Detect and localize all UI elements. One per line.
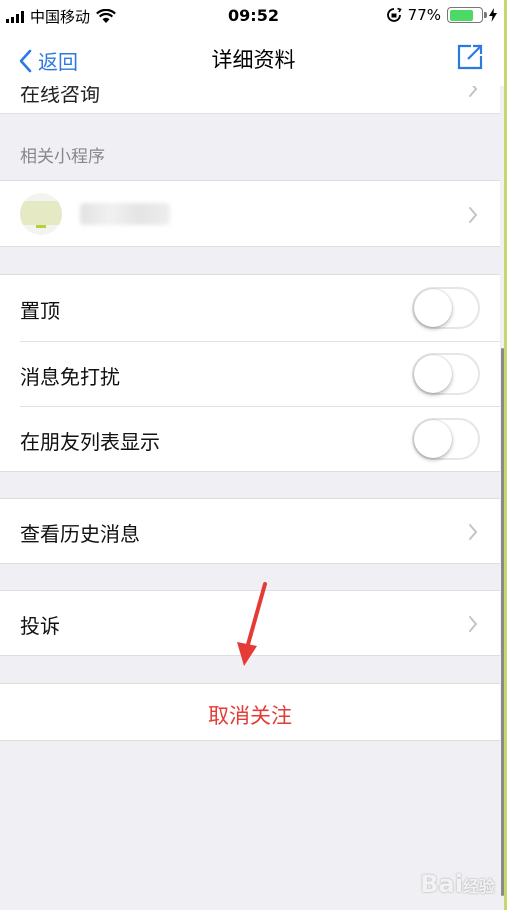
chevron-right-icon: [469, 86, 478, 97]
online-consult-label: 在线咨询: [20, 86, 100, 106]
unfollow-button[interactable]: 取消关注: [0, 683, 500, 741]
nav-bar: 返回 详细资料: [0, 32, 507, 86]
complain-label: 投诉: [20, 614, 60, 638]
do-not-disturb-label: 消息免打扰: [20, 365, 120, 389]
share-external-icon: [457, 44, 483, 70]
charging-bolt-icon: [489, 8, 497, 22]
show-in-friend-list-toggle[interactable]: [412, 418, 480, 460]
history-messages-row[interactable]: 查看历史消息: [0, 498, 500, 564]
status-bar: 中国移动 09:52 77%: [0, 0, 507, 32]
page-title: 详细资料: [211, 48, 296, 72]
chevron-right-icon: [469, 207, 478, 223]
pin-top-row: 置顶: [0, 275, 500, 341]
toggle-knob: [414, 289, 452, 327]
pin-top-toggle[interactable]: [412, 287, 480, 329]
watermark-logo: Bai经验: [420, 870, 495, 898]
show-in-friend-list-label: 在朋友列表显示: [20, 430, 160, 454]
toggle-knob: [414, 355, 452, 393]
battery-fill: [449, 9, 474, 21]
toggle-knob: [414, 420, 452, 458]
settings-group: 置顶 消息免打扰 在朋友列表显示: [0, 274, 500, 472]
mini-program-avatar: [20, 193, 62, 235]
mini-programs-header: 相关小程序: [20, 147, 105, 167]
share-button[interactable]: [457, 44, 483, 74]
watermark-text: Bai: [420, 870, 463, 898]
chevron-right-icon: [469, 616, 478, 632]
mini-program-name-blurred: [80, 203, 170, 225]
do-not-disturb-toggle[interactable]: [412, 353, 480, 395]
orientation-lock-icon: [386, 7, 402, 22]
battery-percent: 77%: [407, 6, 441, 24]
unfollow-label: 取消关注: [208, 704, 292, 728]
chevron-right-icon: [469, 524, 478, 540]
battery-icon: [447, 7, 487, 23]
history-messages-label: 查看历史消息: [20, 522, 140, 546]
annotation-arrow-icon: [237, 582, 267, 666]
online-consult-row[interactable]: 在线咨询: [0, 86, 500, 114]
mini-program-row[interactable]: [0, 180, 500, 247]
show-in-friend-list-row: 在朋友列表显示: [0, 407, 500, 472]
status-right: 77%: [386, 6, 497, 24]
watermark-sub: 经验: [462, 877, 495, 896]
do-not-disturb-row: 消息免打扰: [0, 342, 500, 407]
pin-top-label: 置顶: [20, 299, 60, 323]
